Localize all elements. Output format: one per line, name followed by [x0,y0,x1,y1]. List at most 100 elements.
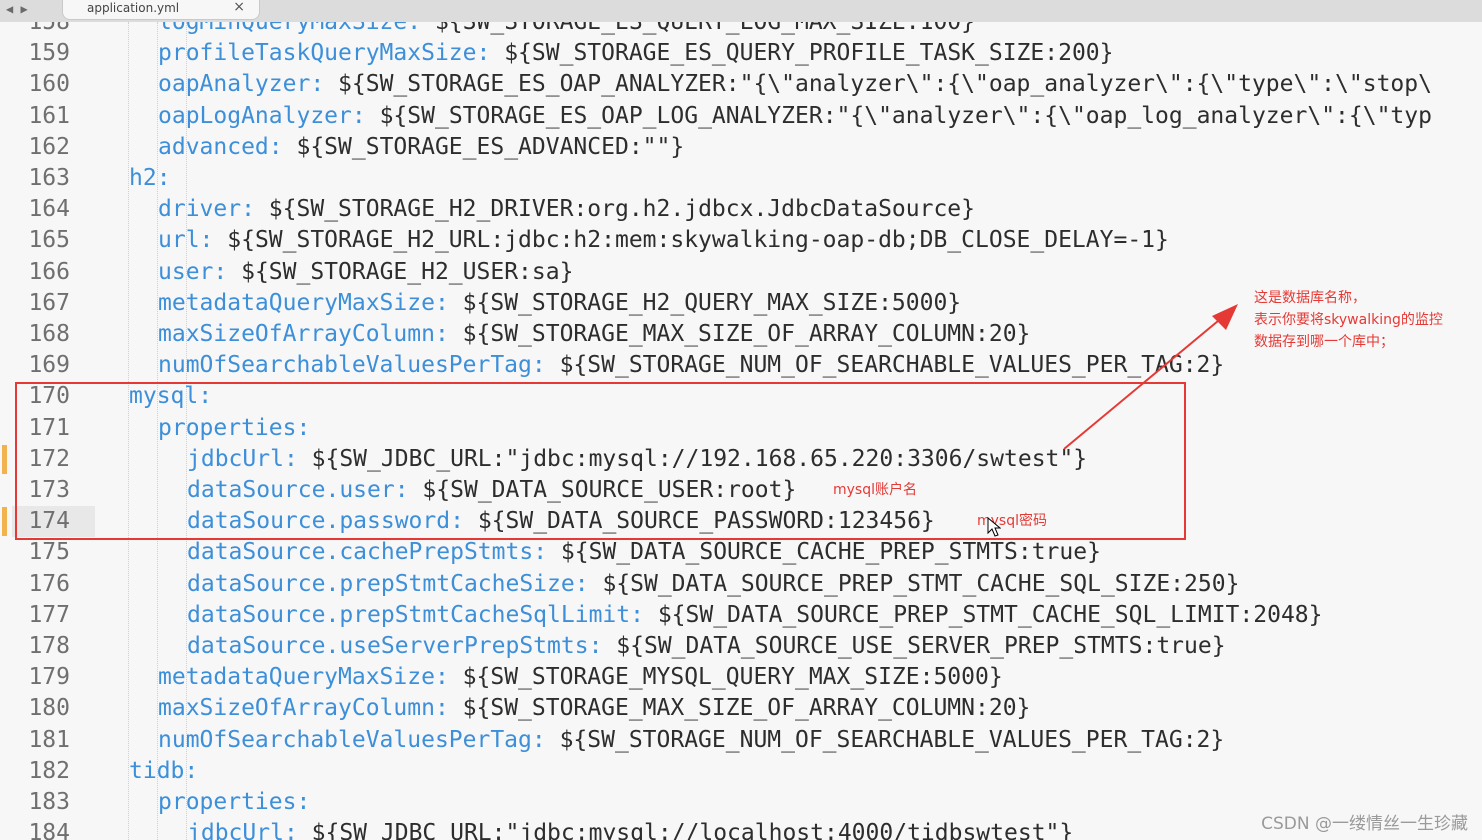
yaml-key: numOfSearchableValuesPerTag [158,352,532,379]
yaml-colon: : [531,352,546,379]
yaml-value: ${SW_STORAGE_MYSQL_QUERY_MAX_SIZE:5000} [448,664,1003,691]
code-text: metadataQueryMaxSize: ${SW_STORAGE_H2_QU… [158,288,961,319]
code-text: numOfSearchableValuesPerTag: ${SW_STORAG… [158,725,1224,756]
yaml-value: ${SW_STORAGE_H2_QUERY_MAX_SIZE:5000} [448,289,962,316]
close-icon[interactable]: × [233,0,245,15]
line-number: 159 [28,40,70,67]
code-text: oapLogAnalyzer: ${SW_STORAGE_ES_OAP_LOG_… [158,101,1432,132]
yaml-colon: : [156,165,171,191]
code-line[interactable]: 175 dataSource.cachePrepStmts: ${SW_DATA_… [0,537,1482,568]
code-text: metadataQueryMaxSize: ${SW_STORAGE_MYSQL… [158,662,1003,693]
line-number: 168 [28,321,70,347]
code-line[interactable]: 178 dataSource.useServerPrepStmts: ${SW_D… [0,631,1482,662]
code-line[interactable]: 160 oapAnalyzer: ${SW_STORAGE_ES_OAP_ANAL… [0,69,1482,100]
yaml-key: properties [158,789,297,815]
yaml-value: ${SW_STORAGE_H2_DRIVER:org.h2.jdbcx.Jdbc… [254,196,976,223]
yaml-value: ${SW_STORAGE_H2_URL:jdbc:h2:mem:skywalki… [213,227,1169,254]
yaml-colon: : [434,289,449,316]
yaml-value: ${SW_STORAGE_MAX_SIZE_OF_ARRAY_COLUMN:20… [448,695,1031,722]
code-line[interactable]: 169 numOfSearchableValuesPerTag: ${SW_STO… [0,350,1482,381]
code-line[interactable]: 181 numOfSearchableValuesPerTag: ${SW_STO… [0,725,1482,756]
yaml-colon: : [588,633,603,659]
line-number: 179 [28,664,70,691]
line-number: 161 [28,102,70,129]
code-line[interactable]: 177 dataSource.prepStmtCacheSqlLimit: ${S… [0,600,1482,631]
code-text: user: ${SW_STORAGE_H2_USER:sa} [158,257,573,288]
code-text: profileTaskQueryMaxSize: ${SW_STORAGE_ES… [158,38,1113,69]
note-line: 数据存到哪一个库中； [1254,334,1394,350]
code-text: properties: [158,787,310,818]
line-number: 178 [28,633,70,659]
code-line[interactable]: 161 oapLogAnalyzer: ${SW_STORAGE_ES_OAP_L… [0,101,1482,132]
code-line[interactable]: 180 maxSizeOfArrayColumn: ${SW_STORAGE_MA… [0,693,1482,724]
yaml-key: advanced [158,133,269,160]
yaml-value: ${SW_STORAGE_H2_USER:sa} [227,258,574,285]
mysql-user-note: mysql账户名 [833,482,917,498]
yaml-value: ${SW_DATA_SOURCE_PREP_STMT_CACHE_SQL_LIM… [643,601,1323,628]
yaml-colon: : [574,570,589,597]
yaml-colon: : [434,321,449,347]
yaml-key: maxSizeOfArrayColumn [158,695,435,722]
code-line[interactable]: 164 driver: ${SW_STORAGE_H2_DRIVER:org.h2… [0,194,1482,225]
code-line[interactable]: 162 advanced: ${SW_STORAGE_ES_ADVANCED:""… [0,132,1482,163]
code-line[interactable]: 165 url: ${SW_STORAGE_H2_URL:jdbc:h2:mem:… [0,225,1482,256]
code-line[interactable]: 179 metadataQueryMaxSize: ${SW_STORAGE_MY… [0,662,1482,693]
yaml-key: h2 [129,165,157,191]
yaml-colon: : [434,664,449,691]
code-text: dataSource.useServerPrepStmts: ${SW_DATA… [187,631,1226,662]
code-line[interactable]: 159 profileTaskQueryMaxSize: ${SW_STORAGE… [0,38,1482,69]
yaml-key: dataSource.prepStmtCacheSqlLimit [187,601,631,628]
line-number: 183 [28,789,70,815]
yaml-value: ${SW_STORAGE_ES_ADVANCED:""} [282,133,685,160]
yaml-value: ${SW_STORAGE_ES_OAP_ANALYZER:"{\"analyze… [324,71,1432,98]
tab-scroll-arrows[interactable]: ◀ ▶ [0,0,58,22]
code-text: jdbcUrl: ${SW_JDBC_URL:"jdbc:mysql://loc… [187,818,1073,840]
yaml-key: profileTaskQueryMaxSize [158,40,477,67]
yaml-value: ${SW_DATA_SOURCE_PREP_STMT_CACHE_SQL_SIZ… [588,570,1240,597]
yaml-key: oapAnalyzer [158,71,311,98]
yaml-colon: : [630,601,644,628]
line-number: 164 [28,196,70,223]
line-number: 176 [28,570,70,597]
code-text: driver: ${SW_STORAGE_H2_DRIVER:org.h2.jd… [158,194,975,225]
yaml-colon: : [199,227,214,254]
code-text: numOfSearchableValuesPerTag: ${SW_STORAG… [158,350,1224,381]
yaml-key: driver [158,196,242,223]
line-number: 181 [28,726,70,753]
line-number: 163 [28,165,70,191]
yaml-colon: : [296,789,311,815]
yaml-key: user [158,258,214,285]
yaml-key: jdbcUrl [187,820,284,840]
line-number: 184 [28,820,70,840]
yaml-colon: : [184,757,199,784]
line-number: 167 [28,289,70,316]
line-number: 160 [28,71,70,98]
yaml-colon: : [241,196,255,223]
yaml-value: ${SW_STORAGE_ES_QUERY_PROFILE_TASK_SIZE:… [490,40,1114,67]
code-line[interactable]: 184 jdbcUrl: ${SW_JDBC_URL:"jdbc:mysql://… [0,818,1482,840]
line-number: 166 [28,258,70,285]
yaml-key: url [158,227,200,254]
code-text: url: ${SW_STORAGE_H2_URL:jdbc:h2:mem:sky… [158,225,1169,256]
code-text: dataSource.prepStmtCacheSqlLimit: ${SW_D… [187,600,1322,631]
code-line[interactable]: 182 tidb: [0,756,1482,787]
tab-bar: ◀ ▶ application.yml × [0,0,1482,22]
yaml-colon: : [310,71,325,98]
code-line[interactable]: 183 properties: [0,787,1482,818]
line-number: 177 [28,601,70,628]
yaml-value: ${SW_JDBC_URL:"jdbc:mysql://localhost:40… [297,820,1074,840]
line-number: 165 [28,227,70,254]
line-number: 182 [28,757,70,784]
tab-application-yml[interactable]: application.yml × [62,0,260,20]
line-number: 162 [28,133,70,160]
code-line[interactable]: 166 user: ${SW_STORAGE_H2_USER:sa} [0,257,1482,288]
code-text: maxSizeOfArrayColumn: ${SW_STORAGE_MAX_S… [158,319,1030,350]
code-line[interactable]: 163 h2: [0,163,1482,194]
code-text: h2: [129,163,171,194]
yaml-key: maxSizeOfArrayColumn [158,321,435,347]
yaml-colon: : [268,133,283,160]
tab-title: application.yml [87,1,180,15]
line-number: 180 [28,695,70,722]
code-line[interactable]: 176 dataSource.prepStmtCacheSize: ${SW_DA… [0,569,1482,600]
yaml-key: numOfSearchableValuesPerTag [158,726,532,753]
